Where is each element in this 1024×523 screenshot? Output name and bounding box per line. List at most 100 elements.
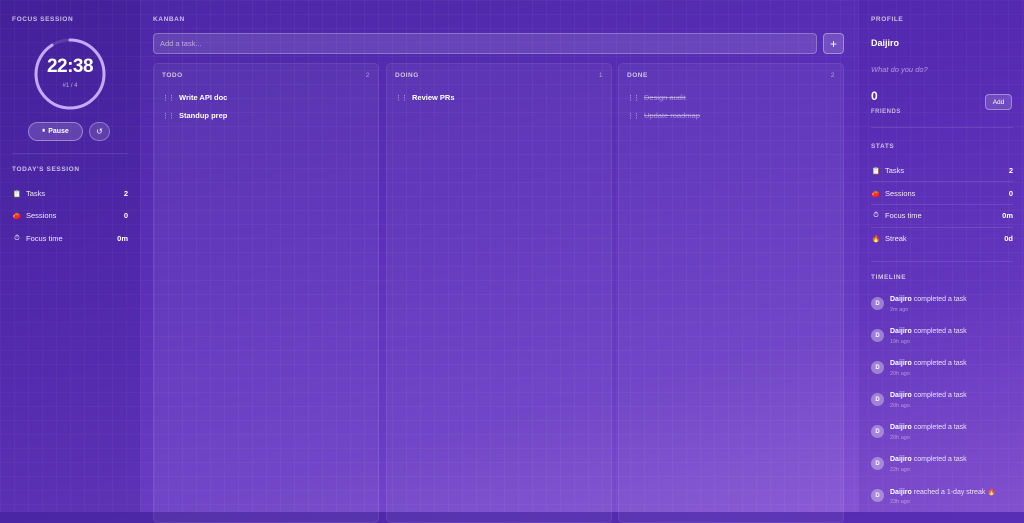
avatar: D <box>871 297 884 310</box>
timeline-text: Daijiro completed a task <box>890 296 967 303</box>
task-card[interactable]: ⋮⋮ Review PRs <box>395 93 455 102</box>
task-title: Review PRs <box>412 93 455 102</box>
divider <box>871 181 1013 182</box>
stats-row-tasks: 📋 Tasks 2 <box>871 166 1013 175</box>
profile-bio-field[interactable]: What do you do? <box>871 65 928 74</box>
timeline-time: 19h ago <box>890 339 910 345</box>
timeline-time: 23h ago <box>890 499 910 505</box>
stat-value: 0m <box>117 234 128 243</box>
timeline-text: Daijiro completed a task <box>890 424 967 431</box>
plus-icon: + <box>829 36 837 51</box>
drag-handle-icon[interactable]: ⋮⋮ <box>627 112 640 120</box>
timeline-section-title: TIMELINE <box>871 274 907 281</box>
stopwatch-icon: ⏱ <box>14 234 20 242</box>
timeline-action: completed a task <box>913 328 967 335</box>
stat-label: Focus time <box>885 211 922 220</box>
stat-label: Tasks <box>885 166 905 175</box>
task-card[interactable]: ⋮⋮ Standup prep <box>162 111 227 120</box>
divider <box>12 153 128 154</box>
add-task-button[interactable]: + <box>823 33 844 54</box>
stats-row-sessions: 🍅 Sessions 0 <box>871 189 1013 198</box>
avatar: D <box>871 457 884 470</box>
pause-icon: ⏸ <box>42 128 46 134</box>
timeline-time: 2m ago <box>890 307 909 313</box>
timeline-user: Daijiro <box>890 360 912 367</box>
timeline-text: Daijiro completed a task <box>890 392 967 399</box>
friends-count: 0 <box>871 89 878 103</box>
column-title: TODO <box>162 72 183 79</box>
timeline-text: Daijiro reached a 1-day streak 🔥 <box>890 488 996 496</box>
stopwatch-icon: ⏱ <box>873 211 879 219</box>
timeline-user: Daijiro <box>890 489 912 496</box>
pause-label: Pause <box>48 128 69 135</box>
today-row-focus-time: ⏱ Focus time 0m <box>12 234 128 243</box>
stat-label: Sessions <box>885 189 916 198</box>
stat-label: Focus time <box>26 234 63 243</box>
timeline-text: Daijiro completed a task <box>890 456 967 463</box>
stat-value: 0m <box>1002 211 1013 220</box>
timeline-time: 22h ago <box>890 467 910 473</box>
timeline-user: Daijiro <box>890 328 912 335</box>
avatar: D <box>871 361 884 374</box>
column-count: 2 <box>830 72 835 79</box>
timeline-user: Daijiro <box>890 296 912 303</box>
profile-name: Daijiro <box>871 38 900 48</box>
timeline-action: completed a task <box>913 424 967 431</box>
timeline-text: Daijiro completed a task <box>890 328 967 335</box>
divider <box>871 204 1013 205</box>
drag-handle-icon[interactable]: ⋮⋮ <box>395 94 408 102</box>
stat-value: 0 <box>123 211 128 220</box>
task-title: Update roadmap <box>644 111 700 120</box>
stat-label: Sessions <box>26 211 57 220</box>
column-count: 1 <box>598 72 603 79</box>
pause-button[interactable]: ⏸ Pause <box>28 122 83 141</box>
stats-row-focus-time: ⏱ Focus time 0m <box>871 211 1013 220</box>
timeline-user: Daijiro <box>890 456 912 463</box>
fire-icon: 🔥 <box>871 235 881 243</box>
avatar: D <box>871 489 884 502</box>
focus-panel: FOCUS SESSION 22:38 #1 / 4 ⏸ Pause ↺ TOD… <box>0 0 141 512</box>
task-card[interactable]: ⋮⋮ Write API doc <box>162 93 227 102</box>
task-title: Design audit <box>644 93 686 102</box>
timeline-time: 20h ago <box>890 435 910 441</box>
divider <box>871 261 1013 262</box>
timeline-time: 20h ago <box>890 403 910 409</box>
today-row-tasks: 📋 Tasks 2 <box>12 189 128 198</box>
timeline-action: reached a 1-day streak 🔥 <box>913 489 997 496</box>
timeline-user: Daijiro <box>890 424 912 431</box>
divider <box>871 127 1013 128</box>
add-task-input[interactable] <box>153 33 817 54</box>
drag-handle-icon[interactable]: ⋮⋮ <box>162 112 175 120</box>
avatar: D <box>871 425 884 438</box>
tomato-icon: 🍅 <box>12 212 22 220</box>
timeline-action: completed a task <box>913 392 967 399</box>
stat-value: 0d <box>1004 234 1013 243</box>
timer-display: 22:38 <box>46 56 94 77</box>
avatar: D <box>871 329 884 342</box>
timeline-action: completed a task <box>913 456 967 463</box>
clipboard-icon: 📋 <box>12 190 22 198</box>
column-todo: TODO 2 ⋮⋮ Write API doc ⋮⋮ Standup prep <box>153 63 379 523</box>
column-title: DOING <box>395 72 419 79</box>
column-count: 2 <box>365 72 370 79</box>
round-indicator: #1 / 4 <box>62 83 78 89</box>
stat-value: 0 <box>1008 189 1013 198</box>
drag-handle-icon[interactable]: ⋮⋮ <box>627 94 640 102</box>
stat-label: Tasks <box>26 189 46 198</box>
task-card[interactable]: ⋮⋮ Update roadmap <box>627 111 700 120</box>
friends-label: FRIENDS <box>871 109 901 115</box>
timeline-text: Daijiro completed a task <box>890 360 967 367</box>
reset-button[interactable]: ↺ <box>89 122 110 141</box>
add-friend-button[interactable]: Add <box>985 94 1012 110</box>
stats-section-title: STATS <box>871 143 895 150</box>
profile-panel: PROFILE Daijiro What do you do? 0 FRIEND… <box>858 0 1024 512</box>
clipboard-icon: 📋 <box>871 167 881 175</box>
focus-section-title: FOCUS SESSION <box>12 16 74 23</box>
drag-handle-icon[interactable]: ⋮⋮ <box>162 94 175 102</box>
column-title: DONE <box>627 72 648 79</box>
stat-value: 2 <box>123 189 128 198</box>
column-done: DONE 2 ⋮⋮ Design audit ⋮⋮ Update roadmap <box>618 63 844 523</box>
stat-label: Streak <box>885 234 907 243</box>
kanban-section-title: KANBAN <box>153 16 185 23</box>
task-card[interactable]: ⋮⋮ Design audit <box>627 93 686 102</box>
